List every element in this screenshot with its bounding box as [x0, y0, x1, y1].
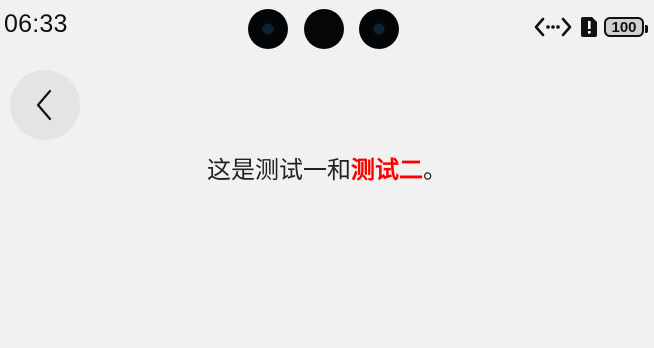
camera-icon [359, 9, 399, 49]
network-icon [534, 17, 572, 37]
status-bar: 06:33 100 [0, 0, 654, 56]
battery-icon: 100 [604, 17, 648, 37]
message-text: 这是测试一和测试二。 [0, 150, 654, 190]
message-prefix: 这是测试一和 [207, 156, 351, 184]
status-icons: 100 [534, 12, 648, 42]
status-time: 06:33 [4, 10, 68, 38]
chevron-left-icon [36, 89, 52, 121]
message-highlight: 测试二 [351, 156, 423, 184]
back-button[interactable] [10, 70, 80, 140]
camera-icon [248, 9, 288, 49]
battery-cap [645, 25, 648, 33]
camera-cutout [248, 9, 400, 49]
battery-level: 100 [611, 18, 637, 36]
message-suffix: 。 [423, 156, 447, 184]
alert-icon [581, 17, 597, 37]
camera-icon [304, 9, 344, 49]
